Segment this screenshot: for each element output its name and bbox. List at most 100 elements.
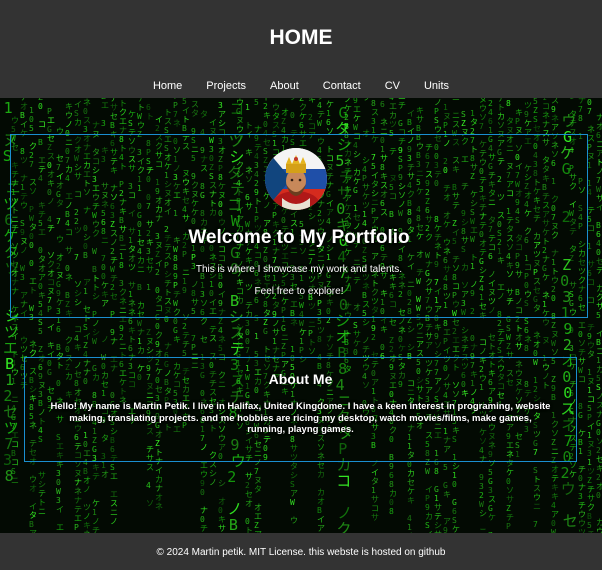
svg-text:P: P	[506, 522, 511, 531]
svg-text:0: 0	[83, 107, 88, 116]
svg-text:ク: ク	[155, 331, 163, 340]
svg-text:シ: シ	[218, 119, 226, 128]
svg-text:ト: ト	[515, 324, 523, 333]
svg-text:5: 5	[488, 468, 493, 477]
svg-text:G: G	[488, 504, 493, 513]
svg-text:ソ: ソ	[578, 339, 586, 348]
svg-text:Z: Z	[533, 106, 538, 115]
svg-text:サ: サ	[506, 495, 514, 504]
svg-text:8: 8	[371, 99, 376, 108]
svg-text:ネ: ネ	[380, 118, 388, 127]
svg-text:G: G	[434, 485, 439, 494]
svg-text:チ: チ	[578, 501, 586, 510]
svg-text:シ: シ	[236, 323, 244, 332]
svg-text:ネ: ネ	[542, 111, 550, 120]
nav-units-link[interactable]: Units	[412, 79, 461, 94]
svg-text:シ: シ	[92, 328, 100, 337]
svg-text:ア: ア	[290, 489, 298, 498]
svg-text:1: 1	[596, 356, 601, 365]
svg-text:2: 2	[182, 322, 187, 331]
svg-text:9: 9	[443, 526, 448, 533]
svg-text:コ: コ	[11, 440, 19, 449]
svg-text:ア: ア	[551, 510, 559, 519]
svg-text:イ: イ	[407, 109, 415, 118]
svg-text:オ: オ	[245, 499, 253, 508]
svg-text:ウ: ウ	[290, 516, 298, 525]
nav-cv-link[interactable]: CV	[373, 79, 412, 94]
svg-text:チ: チ	[578, 348, 586, 357]
svg-text:4: 4	[11, 359, 16, 368]
svg-text:ク: ク	[587, 503, 595, 512]
svg-text:4: 4	[551, 501, 556, 510]
svg-text:セ: セ	[245, 490, 253, 499]
svg-text:7: 7	[578, 105, 583, 114]
svg-text:1: 1	[11, 377, 16, 386]
svg-text:B: B	[56, 343, 61, 352]
svg-text:ノ: ノ	[434, 98, 442, 107]
svg-text:ト: ト	[146, 112, 154, 121]
svg-text:テ: テ	[92, 472, 100, 481]
nav-about-link[interactable]: About	[258, 79, 311, 94]
svg-text:オ: オ	[254, 503, 262, 512]
svg-text:6: 6	[524, 326, 529, 335]
svg-text:4: 4	[317, 101, 322, 110]
svg-text:3: 3	[371, 117, 376, 126]
svg-text:0: 0	[290, 111, 295, 120]
svg-text:チ: チ	[182, 340, 190, 349]
svg-text:ア: ア	[317, 524, 325, 533]
svg-text:P: P	[308, 329, 313, 338]
svg-text:ウ: ウ	[236, 98, 244, 107]
svg-text:ケ: ケ	[407, 487, 415, 496]
svg-text:ク: ク	[596, 293, 602, 302]
svg-text:コ: コ	[596, 347, 602, 356]
svg-text:ナ: ナ	[254, 125, 262, 134]
svg-text:1: 1	[587, 386, 592, 395]
nav-home-link[interactable]: Home	[141, 79, 194, 94]
svg-text:カ: カ	[389, 111, 397, 120]
svg-text:W: W	[92, 337, 97, 346]
svg-text:キ: キ	[47, 341, 55, 350]
svg-text:ニ: ニ	[281, 333, 289, 342]
svg-text:ウ: ウ	[578, 510, 586, 519]
svg-text:S: S	[38, 318, 43, 327]
svg-text:イ: イ	[371, 468, 379, 477]
svg-text:ウ: ウ	[20, 336, 28, 345]
svg-text:キ: キ	[551, 492, 559, 501]
profile-avatar	[265, 148, 327, 210]
nav-projects-link[interactable]: Projects	[194, 79, 258, 94]
svg-text:6: 6	[128, 317, 133, 326]
svg-text:6: 6	[56, 325, 61, 334]
svg-text:イ: イ	[155, 466, 163, 475]
svg-text:6: 6	[452, 507, 457, 516]
svg-text:W: W	[596, 185, 601, 194]
svg-text:ウ: ウ	[11, 116, 19, 125]
nav-contact-link[interactable]: Contact	[311, 79, 373, 94]
svg-text:キ: キ	[74, 343, 82, 352]
svg-text:Z: Z	[146, 328, 151, 337]
svg-text:エ: エ	[578, 321, 586, 330]
svg-text:B: B	[596, 221, 601, 230]
svg-text:ネ: ネ	[29, 340, 37, 349]
svg-text:セ: セ	[596, 455, 602, 464]
svg-text:テ: テ	[317, 110, 325, 119]
svg-text:ウ: ウ	[533, 493, 541, 502]
svg-text:ソ: ソ	[308, 347, 316, 356]
svg-text:オ: オ	[281, 108, 289, 117]
svg-text:ヌ: ヌ	[587, 440, 595, 449]
svg-text:ケ: ケ	[92, 499, 100, 508]
svg-text:シ: シ	[461, 326, 469, 335]
svg-text:4: 4	[596, 239, 601, 248]
svg-text:キ: キ	[83, 521, 91, 530]
svg-text:サ: サ	[353, 330, 361, 339]
svg-text:Z: Z	[506, 504, 511, 513]
svg-text:ニ: ニ	[119, 342, 127, 351]
svg-text:ケ: ケ	[524, 119, 532, 128]
svg-text:ウ: ウ	[65, 111, 73, 120]
svg-text:コ: コ	[479, 338, 487, 347]
svg-text:サ: サ	[371, 513, 379, 522]
svg-text:オ: オ	[515, 333, 523, 342]
svg-text:ツ: ツ	[587, 467, 595, 476]
svg-text:G: G	[488, 477, 493, 486]
svg-text:イ: イ	[209, 118, 217, 127]
svg-text:セ: セ	[200, 335, 208, 344]
